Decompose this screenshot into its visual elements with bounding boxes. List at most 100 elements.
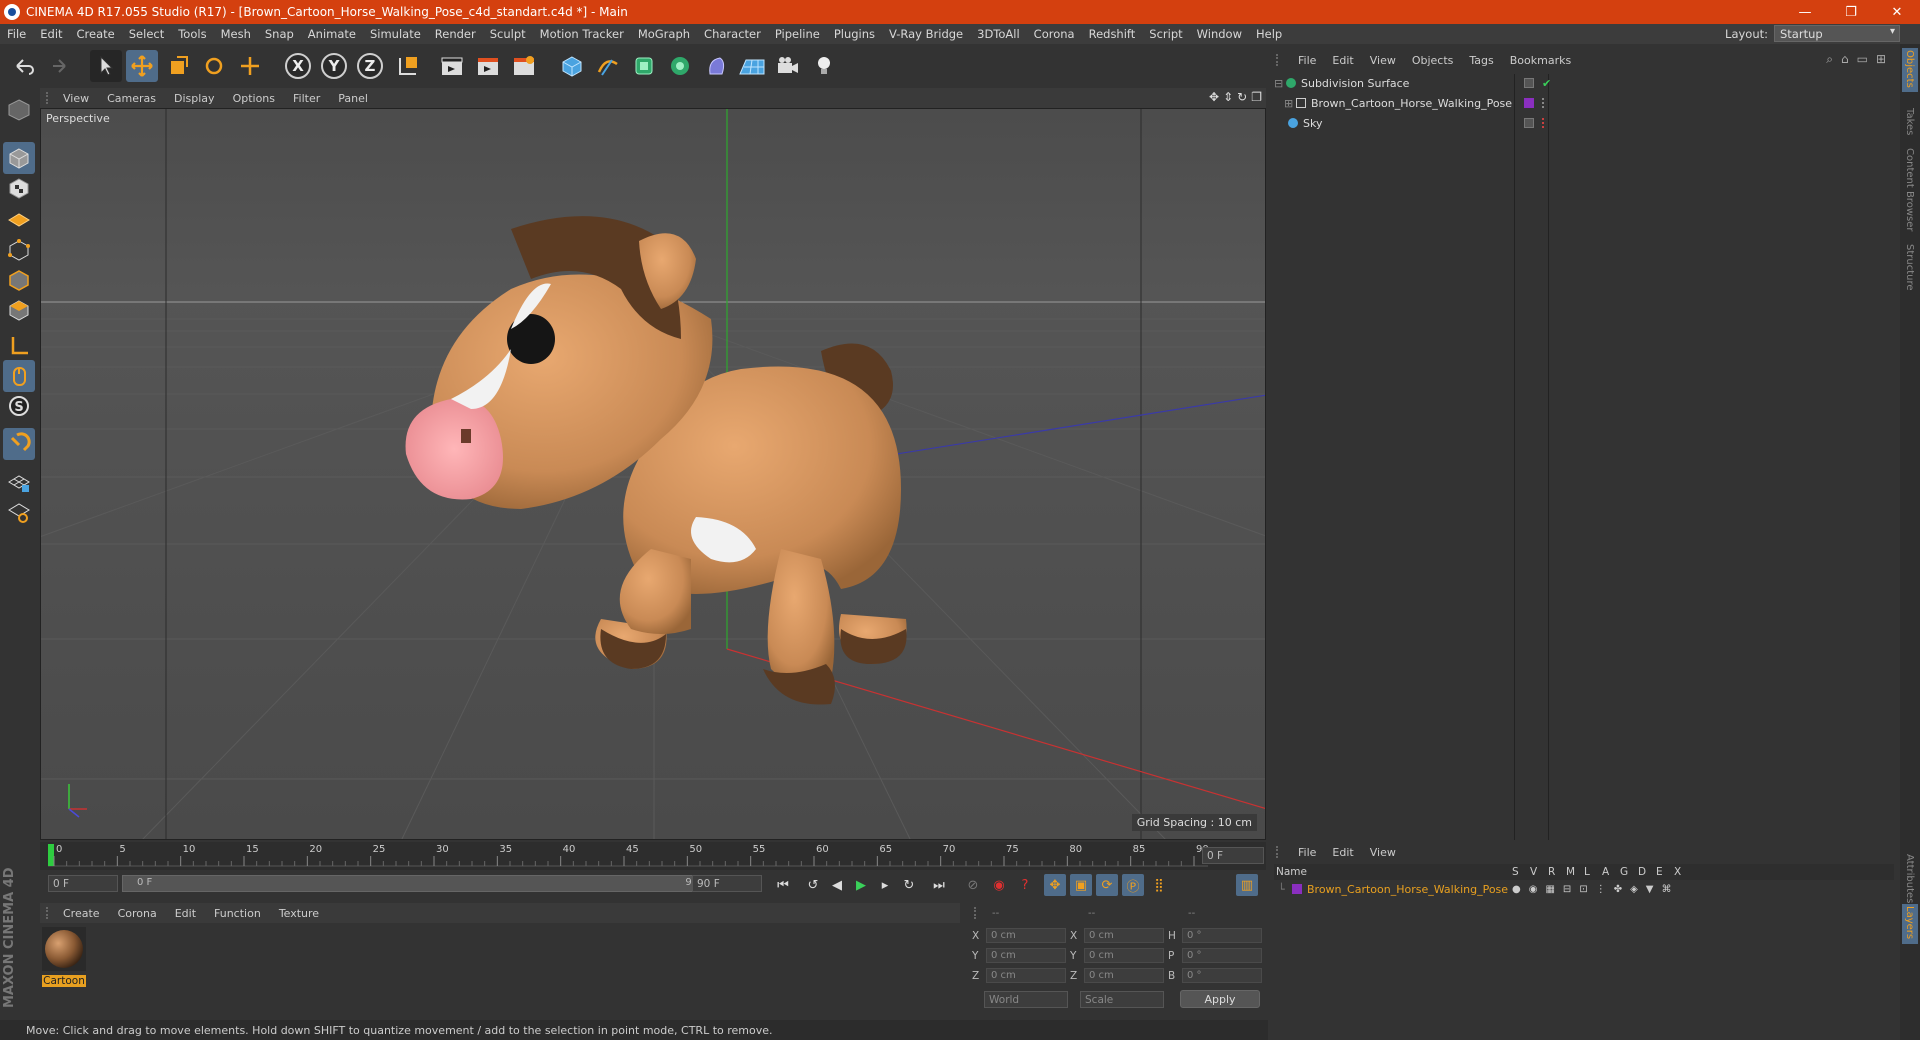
- layer-color-icon[interactable]: [1524, 98, 1534, 108]
- key-scale-button[interactable]: ▣: [1070, 874, 1092, 896]
- menu-window[interactable]: Window: [1190, 27, 1249, 41]
- rotation-b-field[interactable]: 0 °: [1182, 968, 1262, 983]
- timeline-window-button[interactable]: ▥: [1236, 874, 1258, 896]
- end-frame-field[interactable]: 90 F: [692, 875, 762, 892]
- viewport-pan-icon[interactable]: ✥: [1209, 90, 1219, 104]
- menu-mograph[interactable]: MoGraph: [631, 27, 697, 41]
- make-editable-button[interactable]: [3, 94, 35, 126]
- render-to-picture-viewer-button[interactable]: [472, 50, 504, 82]
- play-forward-button[interactable]: ▶: [850, 874, 872, 896]
- undo-button[interactable]: [8, 50, 40, 82]
- solo-toggle-icon[interactable]: ●: [1512, 884, 1521, 895]
- layer-menu-file[interactable]: File: [1290, 846, 1324, 859]
- menu-corona[interactable]: Corona: [1027, 27, 1082, 41]
- manager-toggle-icon[interactable]: ⊟: [1563, 884, 1571, 895]
- home-icon[interactable]: ⌂: [1841, 52, 1849, 67]
- current-frame-field[interactable]: 0 F: [1202, 847, 1264, 864]
- start-frame-field[interactable]: 0 F: [48, 875, 118, 892]
- menu-script[interactable]: Script: [1142, 27, 1189, 41]
- object-menu-file[interactable]: File: [1290, 54, 1324, 67]
- go-to-end-button[interactable]: ⏭: [928, 874, 950, 896]
- soft-selection-button[interactable]: [3, 428, 35, 460]
- xref-toggle-icon[interactable]: ⌘: [1662, 884, 1672, 895]
- object-row-sky[interactable]: Sky: [1274, 114, 1814, 132]
- size-y-field[interactable]: 0 cm: [1084, 948, 1164, 963]
- position-y-field[interactable]: 0 cm: [986, 948, 1066, 963]
- expressions-toggle-icon[interactable]: ▼: [1646, 884, 1654, 895]
- add-cube-button[interactable]: [556, 50, 588, 82]
- redo-button[interactable]: [42, 50, 74, 82]
- material-menu-texture[interactable]: Texture: [270, 907, 328, 920]
- layer-row[interactable]: └ Brown_Cartoon_Horse_Walking_Pose ● ◉ ▦…: [1274, 880, 1894, 898]
- menu-sculpt[interactable]: Sculpt: [483, 27, 533, 41]
- layer-tag-icon[interactable]: [1524, 118, 1534, 128]
- material-menu-create[interactable]: Create: [54, 907, 109, 920]
- x-axis-lock-button[interactable]: X: [282, 50, 314, 82]
- render-toggle-icon[interactable]: ▦: [1545, 884, 1554, 895]
- menu-mesh[interactable]: Mesh: [214, 27, 258, 41]
- menu-3dtoall[interactable]: 3DToAll: [970, 27, 1027, 41]
- object-menu-objects[interactable]: Objects: [1404, 54, 1462, 67]
- collapse-icon[interactable]: ⊟: [1274, 77, 1284, 90]
- tab-objects[interactable]: Objects: [1904, 50, 1915, 88]
- coordinate-system-button[interactable]: [392, 50, 424, 82]
- lock-toggle-icon[interactable]: ⊡: [1579, 884, 1587, 895]
- add-camera-button[interactable]: [772, 50, 804, 82]
- key-parameter-button[interactable]: Ⓟ: [1122, 874, 1144, 896]
- key-rotation-button[interactable]: ⟳: [1096, 874, 1118, 896]
- layer-menu-view[interactable]: View: [1362, 846, 1404, 859]
- previous-key-button[interactable]: ↺: [802, 874, 824, 896]
- animation-toggle-icon[interactable]: ⋮: [1596, 884, 1606, 895]
- menu-edit[interactable]: Edit: [33, 27, 69, 41]
- material-swatch-cartoon[interactable]: Cartoon: [42, 927, 88, 987]
- menu-render[interactable]: Render: [428, 27, 483, 41]
- enabled-check-icon[interactable]: ✔: [1542, 77, 1551, 90]
- tab-attributes[interactable]: Attributes: [1904, 854, 1915, 903]
- add-light-button[interactable]: [808, 50, 840, 82]
- key-position-button[interactable]: ✥: [1044, 874, 1066, 896]
- rotation-h-field[interactable]: 0 °: [1182, 928, 1262, 943]
- viewport-maximize-icon[interactable]: ❐: [1251, 90, 1262, 104]
- menu-create[interactable]: Create: [70, 27, 122, 41]
- menu-pipeline[interactable]: Pipeline: [768, 27, 827, 41]
- workplane-mode-button[interactable]: [3, 202, 35, 234]
- material-menu-edit[interactable]: Edit: [166, 907, 205, 920]
- menu-select[interactable]: Select: [122, 27, 171, 41]
- menu-vray-bridge[interactable]: V-Ray Bridge: [882, 27, 970, 41]
- axis-mode-button[interactable]: [3, 330, 35, 362]
- object-menu-edit[interactable]: Edit: [1324, 54, 1361, 67]
- rotation-p-field[interactable]: 0 °: [1182, 948, 1262, 963]
- frame-range-slider[interactable]: 0 F 90 F: [122, 875, 722, 892]
- add-generator-button[interactable]: [628, 50, 660, 82]
- menu-tools[interactable]: Tools: [171, 27, 213, 41]
- record-keys-disabled-button[interactable]: ⊘: [962, 874, 984, 896]
- size-z-field[interactable]: 0 cm: [1084, 968, 1164, 983]
- object-menu-bookmarks[interactable]: Bookmarks: [1502, 54, 1579, 67]
- y-axis-lock-button[interactable]: Y: [318, 50, 350, 82]
- viewport-menu-view[interactable]: View: [54, 92, 98, 105]
- model-mode-button[interactable]: [3, 142, 35, 174]
- texture-mode-button[interactable]: [3, 172, 35, 204]
- layer-tag-icon[interactable]: [1524, 78, 1534, 88]
- quantize-button[interactable]: [3, 496, 35, 528]
- expand-icon[interactable]: ⊞: [1284, 97, 1294, 110]
- visibility-dots-icon[interactable]: [1542, 118, 1546, 128]
- close-button[interactable]: ✕: [1874, 0, 1920, 24]
- menu-snap[interactable]: Snap: [258, 27, 301, 41]
- object-row-subdivision-surface[interactable]: ⊟ Subdivision Surface ✔: [1274, 74, 1814, 92]
- add-spline-button[interactable]: [592, 50, 624, 82]
- add-floor-button[interactable]: [736, 50, 768, 82]
- viewport-menu-options[interactable]: Options: [224, 92, 284, 105]
- maximize-button[interactable]: ❐: [1828, 0, 1874, 24]
- menu-character[interactable]: Character: [697, 27, 768, 41]
- snapping-button[interactable]: S: [3, 390, 35, 422]
- layer-color-swatch[interactable]: [1292, 884, 1302, 894]
- deformers-toggle-icon[interactable]: ◈: [1630, 884, 1638, 895]
- material-menu-corona[interactable]: Corona: [109, 907, 166, 920]
- layout-dropdown[interactable]: Startup: [1774, 25, 1900, 42]
- menu-motion-tracker[interactable]: Motion Tracker: [533, 27, 631, 41]
- object-row-horse[interactable]: ⊞ Brown_Cartoon_Horse_Walking_Pose: [1274, 94, 1814, 112]
- new-window-icon[interactable]: ▭: [1857, 52, 1868, 67]
- maximize-panel-icon[interactable]: ⊞: [1876, 52, 1886, 67]
- coordinate-mode-dropdown[interactable]: World: [984, 991, 1068, 1008]
